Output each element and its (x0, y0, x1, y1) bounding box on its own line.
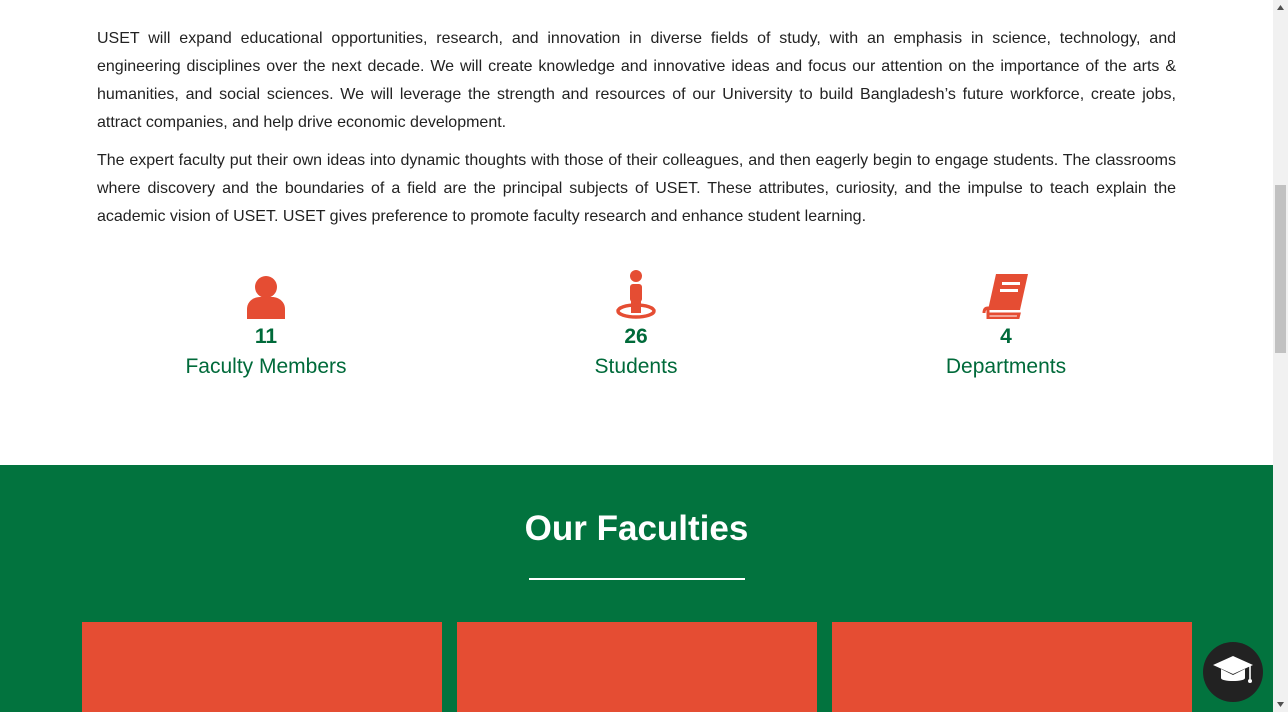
faculty-card[interactable] (832, 622, 1192, 712)
stat-departments: 4 Departments (886, 265, 1126, 380)
stat-count: 26 (624, 325, 648, 348)
title-underline (529, 578, 745, 580)
intro-paragraph-2: The expert faculty put their own ideas i… (97, 152, 1176, 225)
scroll-down-arrow-icon[interactable] (1273, 697, 1288, 712)
user-icon (146, 265, 386, 319)
faculties-section: Our Faculties (0, 465, 1273, 712)
stat-students: 26 Students (516, 265, 756, 380)
stat-label: Faculty Members (185, 355, 347, 378)
stat-count: 11 (254, 325, 278, 348)
faculty-card[interactable] (457, 622, 817, 712)
intro-section: USET will expand educational opportuniti… (97, 25, 1176, 241)
page-content: USET will expand educational opportuniti… (0, 0, 1273, 712)
graduation-cap-icon (1211, 653, 1255, 692)
stats-section: 11 Faculty Members 26 Students 4 Departm… (0, 265, 1273, 395)
section-title: Our Faculties (524, 509, 749, 548)
floating-graduation-button[interactable] (1203, 642, 1263, 702)
stat-label: Students (594, 355, 678, 378)
book-icon (886, 265, 1126, 319)
stat-faculty-members: 11 Faculty Members (146, 265, 386, 380)
vertical-scrollbar[interactable] (1273, 0, 1288, 712)
faculty-card[interactable] (82, 622, 442, 712)
scrollbar-thumb[interactable] (1275, 185, 1286, 353)
scroll-up-arrow-icon[interactable] (1273, 0, 1288, 15)
stat-label: Departments (945, 355, 1067, 378)
intro-paragraph-1: USET will expand educational opportuniti… (97, 30, 1176, 131)
student-icon (516, 265, 756, 319)
stat-count: 4 (1000, 325, 1012, 348)
